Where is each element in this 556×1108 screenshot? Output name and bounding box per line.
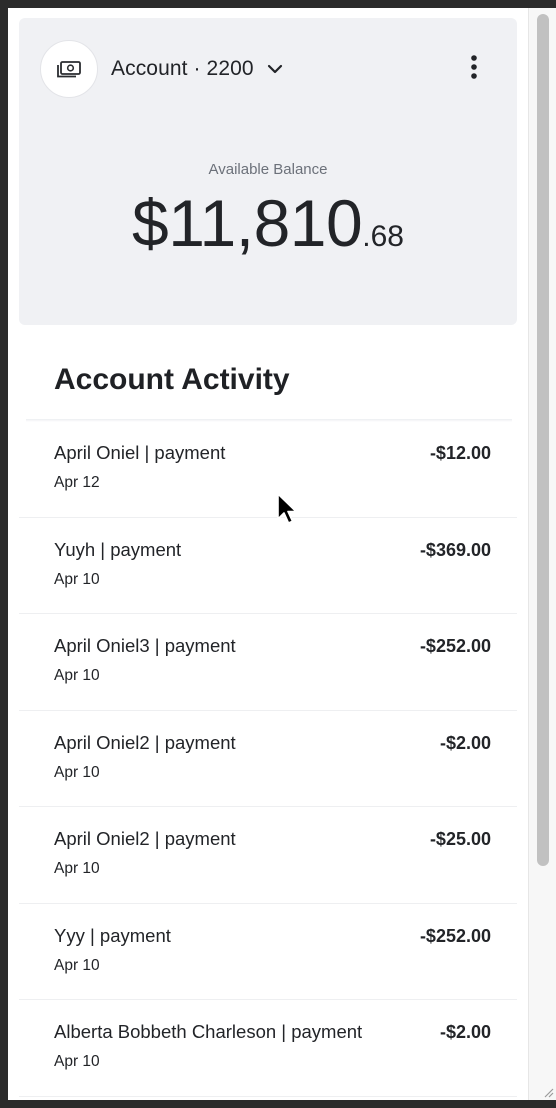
account-selector-label: Account · 2200 [111,57,254,80]
balance-dollars: $11,810 [132,186,363,260]
account-selector[interactable]: Account · 2200 [111,54,284,84]
account-view: Account · 2200 Available Balance $11,810… [8,8,528,1100]
scrollbar-thumb[interactable] [537,14,549,866]
transaction-name: April Oniel3 | payment [54,635,236,656]
transaction-amount: -$252.00 [419,925,491,946]
transaction-date: Apr 10 [54,1053,100,1070]
account-activity-title: Account Activity [54,363,290,396]
available-balance-amount: $11,810.68 [19,190,517,256]
transaction-row[interactable]: April Oniel2 | payment Apr 10 -$2.00 [19,711,517,807]
more-options-button[interactable] [459,54,489,84]
transaction-amount: -$252.00 [419,636,491,656]
transaction-name: April Oniel2 | payment [54,828,236,849]
transaction-date: Apr 10 [54,763,100,781]
transaction-amount: -$2.00 [439,732,491,753]
transaction-name: Yuyh | payment [54,538,182,560]
more-vertical-icon [470,54,478,84]
app-window: Account · 2200 Available Balance $11,810… [8,8,556,1100]
available-balance-label: Available Balance [208,161,328,178]
account-header-card: Account · 2200 Available Balance $11,810… [19,18,517,325]
transaction-date: Apr 12 [54,474,100,491]
transaction-row[interactable]: Yyy | payment Apr 10 -$252.00 [19,904,517,1000]
balance-cents: .68 [362,220,404,253]
transaction-list: April Oniel | payment Apr 12 -$12.00 Yuy… [8,421,528,1097]
transaction-date: Apr 10 [54,570,100,588]
transaction-name: Alberta Bobbeth Charleson | payment [54,1021,363,1042]
transaction-date: Apr 10 [54,860,100,877]
transaction-name: April Oniel2 | payment [54,731,236,753]
transaction-amount: -$25.00 [429,829,491,849]
chevron-down-icon [266,60,284,78]
transaction-row[interactable]: April Oniel2 | payment Apr 10 -$25.00 [19,807,517,904]
transaction-name: Yyy | payment [54,924,171,946]
transaction-amount: -$12.00 [429,443,491,463]
transaction-row[interactable]: Yuyh | payment Apr 10 -$369.00 [19,518,517,614]
vertical-scrollbar[interactable] [528,8,556,1100]
transaction-date: Apr 10 [54,956,100,974]
transaction-row[interactable]: Alberta Bobbeth Charleson | payment Apr … [19,1000,517,1097]
transaction-amount: -$369.00 [419,539,491,560]
transaction-name: April Oniel | payment [54,442,226,463]
cash-icon [40,40,98,98]
resize-grip-icon[interactable] [540,1084,554,1098]
transaction-row[interactable]: April Oniel | payment Apr 12 -$12.00 [19,421,517,518]
transaction-date: Apr 10 [54,667,100,684]
transaction-amount: -$2.00 [439,1022,491,1042]
transaction-row[interactable]: April Oniel3 | payment Apr 10 -$252.00 [19,614,517,711]
